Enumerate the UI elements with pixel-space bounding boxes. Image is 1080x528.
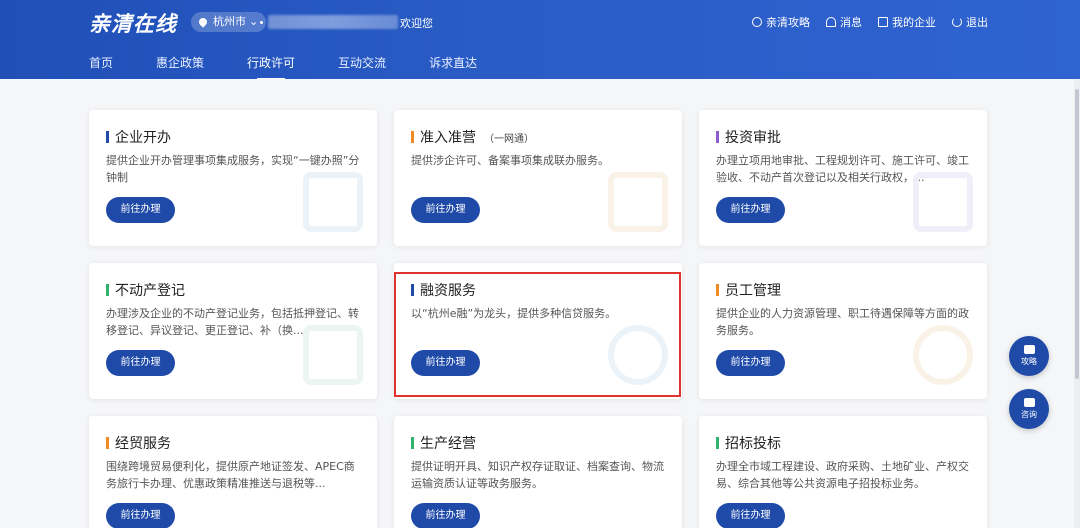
chat-icon [1023,398,1035,407]
accent-bar [106,284,109,296]
certificate-watermark-icon [608,172,668,232]
power-icon [952,17,962,27]
nav-appeals[interactable]: 诉求直达 [429,54,477,71]
card-title: 经贸服务 [115,436,171,452]
nav-policies[interactable]: 惠企政策 [156,54,204,71]
go-handle-button[interactable]: 前往办理 [106,350,175,376]
card-desc: 围绕跨境贸易便利化，提供原产地证签发、APEC商务旅行卡办理、优惠政策精准推送与… [106,460,355,490]
accent-bar [106,131,109,143]
nav-admin-license[interactable]: 行政许可 [247,54,295,80]
scrollbar[interactable] [1074,79,1080,528]
site-logo[interactable]: 亲清在线 [89,8,177,38]
house-watermark-icon [303,325,363,385]
card-title: 不动产登记 [115,283,185,299]
building-icon [878,17,888,27]
accent-bar [411,131,414,143]
card-title: 投资审批 [725,130,781,146]
main-content: 企业开办 提供企业开办管理事项集成服务，实现“一键办照”分钟制 前往办理 准入准… [0,79,1080,528]
my-company-link[interactable]: 我的企业 [878,14,936,30]
city-label: 杭州市 [213,15,246,28]
highlight-box [394,272,681,397]
city-selector[interactable]: 杭州市 ⌄ [191,12,267,32]
card-market-access: 准入准营 （一网通） 提供涉企许可、备案事项集成联办服务。 前往办理 [394,110,682,246]
card-enterprise-setup: 企业开办 提供企业开办管理事项集成服务，实现“一键办照”分钟制 前往办理 [89,110,377,246]
consult-float-button[interactable]: 咨询 [1009,389,1049,429]
card-title: 准入准营 [420,130,476,146]
card-desc: 提供涉企许可、备案事项集成联办服务。 [411,154,609,167]
separator-dot [260,21,263,24]
location-pin-icon [197,16,209,28]
accent-bar [716,437,719,449]
card-title: 生产经营 [420,436,476,452]
card-subtitle: （一网通） [484,134,534,145]
chart-watermark-icon [913,172,973,232]
card-trade-services: 经贸服务 围绕跨境贸易便利化，提供原产地证签发、APEC商务旅行卡办理、优惠政策… [89,416,377,528]
go-handle-button[interactable]: 前往办理 [716,350,785,376]
card-staff-management: 员工管理 提供企业的人力资源管理、职工待遇保障等方面的政务服务。 前往办理 [699,263,987,399]
nav-home[interactable]: 首页 [89,54,113,71]
card-investment-approval: 投资审批 办理立项用地审批、工程规划许可、施工许可、竣工验收、不动产首次登记以及… [699,110,987,246]
go-handle-button[interactable]: 前往办理 [106,503,175,528]
accent-bar [716,284,719,296]
accent-bar [106,437,109,449]
person-watermark-icon [913,325,973,385]
card-production: 生产经营 提供证明开具、知识产权存证取证、档案查询、物流运输资质认证等政务服务。… [394,416,682,528]
go-handle-button[interactable]: 前往办理 [411,503,480,528]
card-bidding: 招标投标 办理全市域工程建设、政府采购、土地矿业、产权交易、综合其他等公共资源电… [699,416,987,528]
main-nav: 首页 惠企政策 行政许可 互动交流 诉求直达 [89,54,477,80]
card-title: 招标投标 [725,436,781,452]
guide-float-button[interactable]: 攻略 [1009,336,1049,376]
help-circle-icon [752,17,762,27]
card-desc: 办理全市域工程建设、政府采购、土地矿业、产权交易、综合其他等公共资源电子招投标业… [716,460,969,490]
top-header: 亲清在线 杭州市 ⌄ 欢迎您 亲清攻略 消息 我的企业 退出 首页 惠企政策 行… [0,0,1080,80]
chevron-down-icon: ⌄ [249,15,259,28]
redacted-username [268,15,398,29]
go-handle-button[interactable]: 前往办理 [106,197,175,223]
card-real-estate: 不动产登记 办理涉及企业的不动产登记业务，包括抵押登记、转移登记、异议登记、更正… [89,263,377,399]
logout-link[interactable]: 退出 [952,14,988,30]
card-title: 员工管理 [725,283,781,299]
building-watermark-icon [303,172,363,232]
accent-bar [411,437,414,449]
welcome-text: 欢迎您 [400,17,433,30]
card-title: 企业开办 [115,130,171,146]
nav-interaction[interactable]: 互动交流 [338,54,386,71]
header-links: 亲清攻略 消息 我的企业 退出 [752,14,988,30]
go-handle-button[interactable]: 前往办理 [716,503,785,528]
go-handle-button[interactable]: 前往办理 [716,197,785,223]
messages-link[interactable]: 消息 [826,14,862,30]
go-handle-button[interactable]: 前往办理 [411,197,480,223]
guide-link[interactable]: 亲清攻略 [752,14,810,30]
accent-bar [716,131,719,143]
bell-icon [826,17,836,27]
scrollbar-thumb[interactable] [1075,89,1079,379]
card-desc: 提供证明开具、知识产权存证取证、档案查询、物流运输资质认证等政务服务。 [411,460,664,490]
video-icon [1023,345,1035,354]
